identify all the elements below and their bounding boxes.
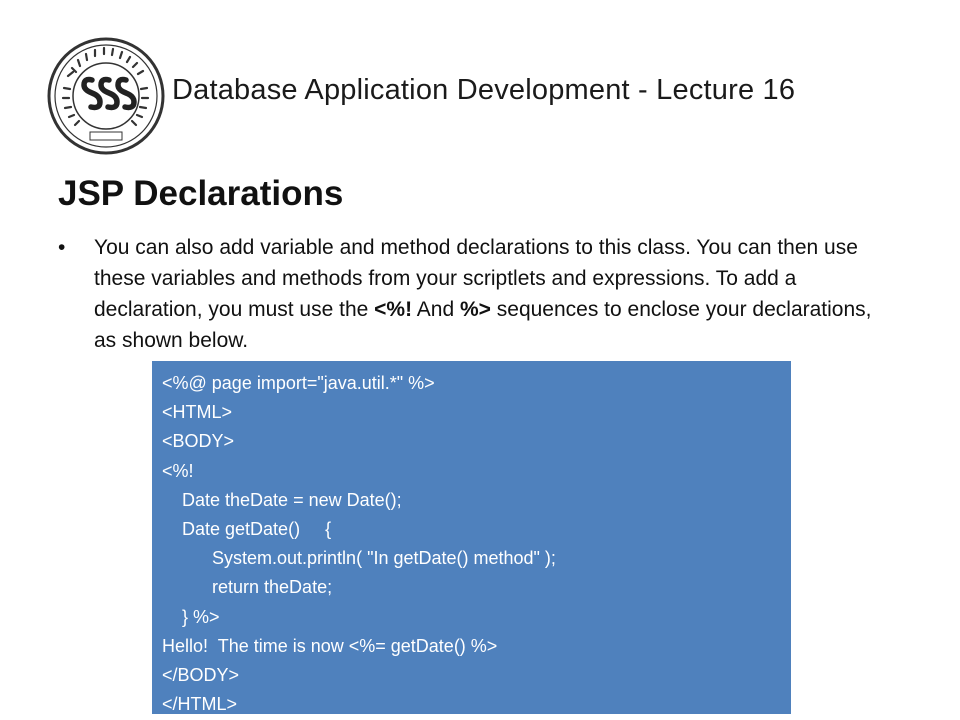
code-line: Date theDate = new Date(); — [162, 489, 402, 510]
code-line: } %> — [162, 606, 220, 627]
bullet-item: • You can also add variable and method d… — [58, 232, 888, 356]
code-line: <%@ page import="java.util.*" %> — [162, 373, 435, 393]
code-line: <BODY> — [162, 431, 235, 452]
lecture-title: Database Application Development - Lectu… — [172, 74, 796, 106]
code-line: <%! — [162, 460, 194, 481]
code-line: </HTML> — [162, 694, 238, 715]
code-line: Hello! The time is now <%= getDate() %> — [162, 635, 498, 656]
bullet-list: • You can also add variable and method d… — [58, 232, 888, 356]
code-line: System.out.println( "In getDate() method… — [162, 548, 556, 569]
code-line: <HTML> — [162, 402, 233, 423]
bullet-bold-open: <%! — [374, 298, 413, 321]
slide-heading: JSP Declarations — [58, 174, 344, 213]
code-box: <%@ page import="java.util.*" %> <HTML> … — [152, 361, 791, 714]
bullet-bold-close: %> — [460, 298, 491, 321]
code-line: Date getDate() { — [162, 519, 332, 540]
code-line: return theDate; — [162, 577, 333, 598]
code-line: </BODY> — [162, 665, 240, 686]
university-seal-icon — [46, 36, 166, 156]
bullet-text-middle: And — [412, 298, 460, 321]
bullet-icon: • — [58, 236, 66, 259]
